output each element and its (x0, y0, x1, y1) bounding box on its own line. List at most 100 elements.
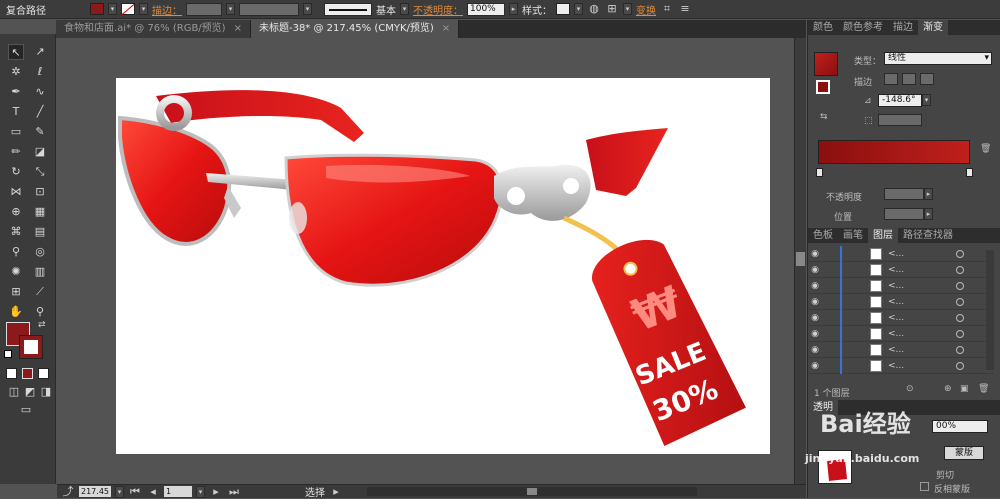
lasso-icon[interactable]: ℓ (32, 64, 48, 80)
tab-document-2[interactable]: 未标题-38* @ 217.45% (CMYK/预览) × (250, 20, 460, 38)
artboard-dropdown[interactable]: ▾ (196, 485, 205, 498)
next-artboard-icon[interactable]: ▸ (209, 485, 223, 499)
eraser-tool-icon[interactable]: ◪ (32, 144, 48, 160)
gradient-opacity-field[interactable] (884, 188, 924, 200)
target-icon[interactable] (956, 265, 964, 274)
stroke-swatch[interactable] (121, 3, 135, 16)
selection-tool-icon[interactable]: ↖ (8, 44, 24, 60)
gradient-location-field[interactable] (884, 208, 924, 220)
opacity-dropdown[interactable]: ▸ (509, 3, 518, 15)
isolate-icon[interactable]: ⌗ (660, 2, 674, 16)
tab-stroke[interactable]: 描边 (888, 20, 918, 35)
horizontal-scroll-thumb[interactable] (527, 488, 537, 495)
first-artboard-icon[interactable]: ⏮ (128, 485, 142, 499)
delete-stop-icon[interactable]: 🗑 (980, 144, 991, 154)
shape-builder-icon[interactable]: ⊕ (8, 204, 24, 220)
locate-object-icon[interactable]: ⊙ (906, 384, 914, 394)
target-icon[interactable] (956, 361, 964, 370)
style-swatch[interactable] (556, 3, 570, 15)
gradient-stop-right[interactable] (966, 168, 973, 177)
artboard-tool-icon[interactable]: ⊞ (8, 284, 24, 300)
target-icon[interactable] (956, 345, 964, 354)
new-layer-icon[interactable]: ▣ (960, 384, 969, 394)
gradient-slider[interactable] (818, 140, 970, 164)
magic-wand-icon[interactable]: ✲ (8, 64, 24, 80)
aspect-field[interactable] (878, 114, 922, 126)
draw-behind-icon[interactable]: ◨ (38, 384, 54, 400)
gradient-opacity-dropdown[interactable]: ▸ (924, 188, 933, 200)
mesh-tool-icon[interactable]: ⌘ (8, 224, 24, 240)
invert-mask-checkbox[interactable] (920, 482, 929, 491)
opacity-field[interactable]: 100% (467, 2, 505, 16)
close-icon[interactable]: × (234, 23, 242, 34)
gradient-location-dropdown[interactable]: ▸ (924, 208, 933, 220)
stroke-swatch-small[interactable] (816, 80, 830, 94)
angle-field[interactable]: -148.6° (878, 94, 922, 107)
gradient-mode-icon[interactable] (22, 368, 33, 379)
slice-tool-icon[interactable]: ⟋ (32, 284, 48, 300)
opacity-label[interactable]: 不透明度： (413, 2, 463, 17)
target-icon[interactable] (956, 313, 964, 322)
gradient-preview-swatch[interactable] (814, 52, 838, 76)
eyedropper-icon[interactable]: ⚲ (8, 244, 24, 260)
layer-row[interactable]: ◉ <... (808, 277, 994, 294)
visibility-eye-icon[interactable]: ◉ (808, 281, 822, 291)
default-colors-icon[interactable] (4, 350, 12, 358)
zoom-dropdown[interactable]: ▾ (115, 485, 124, 498)
layer-row[interactable]: ◉ <... (808, 261, 994, 278)
rotate-tool-icon[interactable]: ↻ (8, 164, 24, 180)
gradient-stop-left[interactable] (816, 168, 823, 177)
layer-row[interactable]: ◉ <... (808, 357, 994, 374)
visibility-eye-icon[interactable]: ◉ (808, 249, 822, 259)
rectangle-tool-icon[interactable]: ▭ (8, 124, 24, 140)
stroke-profile-preview[interactable] (324, 2, 372, 16)
free-transform-icon[interactable]: ⊡ (32, 184, 48, 200)
layer-row[interactable]: ◉ <... (808, 309, 994, 326)
angle-dropdown[interactable]: ▾ (922, 94, 931, 106)
tab-document-1[interactable]: 食物和店面.ai* @ 76% (RGB/预览) × (56, 20, 251, 38)
horizontal-scrollbar[interactable] (367, 487, 697, 496)
vertical-scroll-thumb[interactable] (796, 252, 805, 266)
width-tool-icon[interactable]: ⋈ (8, 184, 24, 200)
pencil-tool-icon[interactable]: ✏ (8, 144, 24, 160)
stroke-option-3[interactable] (920, 73, 934, 85)
scale-tool-icon[interactable]: ⤡ (32, 164, 48, 180)
tab-pathfinder[interactable]: 路径查找器 (898, 228, 958, 243)
close-icon[interactable]: × (442, 23, 450, 34)
stroke-weight-dropdown[interactable]: ▾ (226, 3, 235, 15)
stroke-option-1[interactable] (884, 73, 898, 85)
visibility-eye-icon[interactable]: ◉ (808, 329, 822, 339)
tab-color-guide[interactable]: 颜色参考 (838, 20, 888, 35)
align-dropdown[interactable]: ▾ (623, 3, 632, 15)
visibility-eye-icon[interactable]: ◉ (808, 361, 822, 371)
recolor-icon[interactable]: ◍ (587, 2, 601, 16)
artboard-number-field[interactable]: 1 (164, 486, 192, 497)
brush-tool-icon[interactable]: ✎ (32, 124, 48, 140)
stroke-dropdown[interactable]: ▾ (139, 3, 148, 15)
tab-color[interactable]: 颜色 (808, 20, 838, 35)
symbol-sprayer-icon[interactable]: ✺ (8, 264, 24, 280)
direct-selection-tool-icon[interactable]: ↗ (32, 44, 48, 60)
style-dropdown[interactable]: ▾ (574, 3, 583, 15)
new-sublayer-icon[interactable]: ⊕ (944, 384, 952, 394)
perspective-grid-icon[interactable]: ▦ (32, 204, 48, 220)
tab-brushes[interactable]: 画笔 (838, 228, 868, 243)
pen-tool-icon[interactable]: ✒ (8, 84, 24, 100)
menu-icon[interactable]: ≡ (678, 2, 692, 16)
tab-layers[interactable]: 图层 (868, 228, 898, 243)
curvature-icon[interactable]: ∿ (32, 84, 48, 100)
share-icon[interactable]: ⤴ (61, 485, 75, 499)
transparency-opacity-field[interactable]: 00% (932, 420, 988, 433)
gradient-tool-icon[interactable]: ▤ (32, 224, 48, 240)
zoom-field[interactable]: 217.45 (79, 486, 111, 497)
swap-colors-icon[interactable]: ⇄ (38, 320, 46, 330)
type-tool-icon[interactable]: T (8, 104, 24, 120)
draw-inside-icon[interactable]: ◩ (22, 384, 38, 400)
hand-tool-icon[interactable]: ✋ (8, 304, 24, 320)
status-menu-icon[interactable]: ▸ (329, 485, 343, 499)
vertical-scrollbar[interactable] (794, 38, 806, 484)
visibility-eye-icon[interactable]: ◉ (808, 265, 822, 275)
none-mode-icon[interactable] (38, 368, 49, 379)
draw-mode-icon[interactable]: ◫ (6, 384, 22, 400)
last-artboard-icon[interactable]: ⏭ (227, 485, 241, 499)
